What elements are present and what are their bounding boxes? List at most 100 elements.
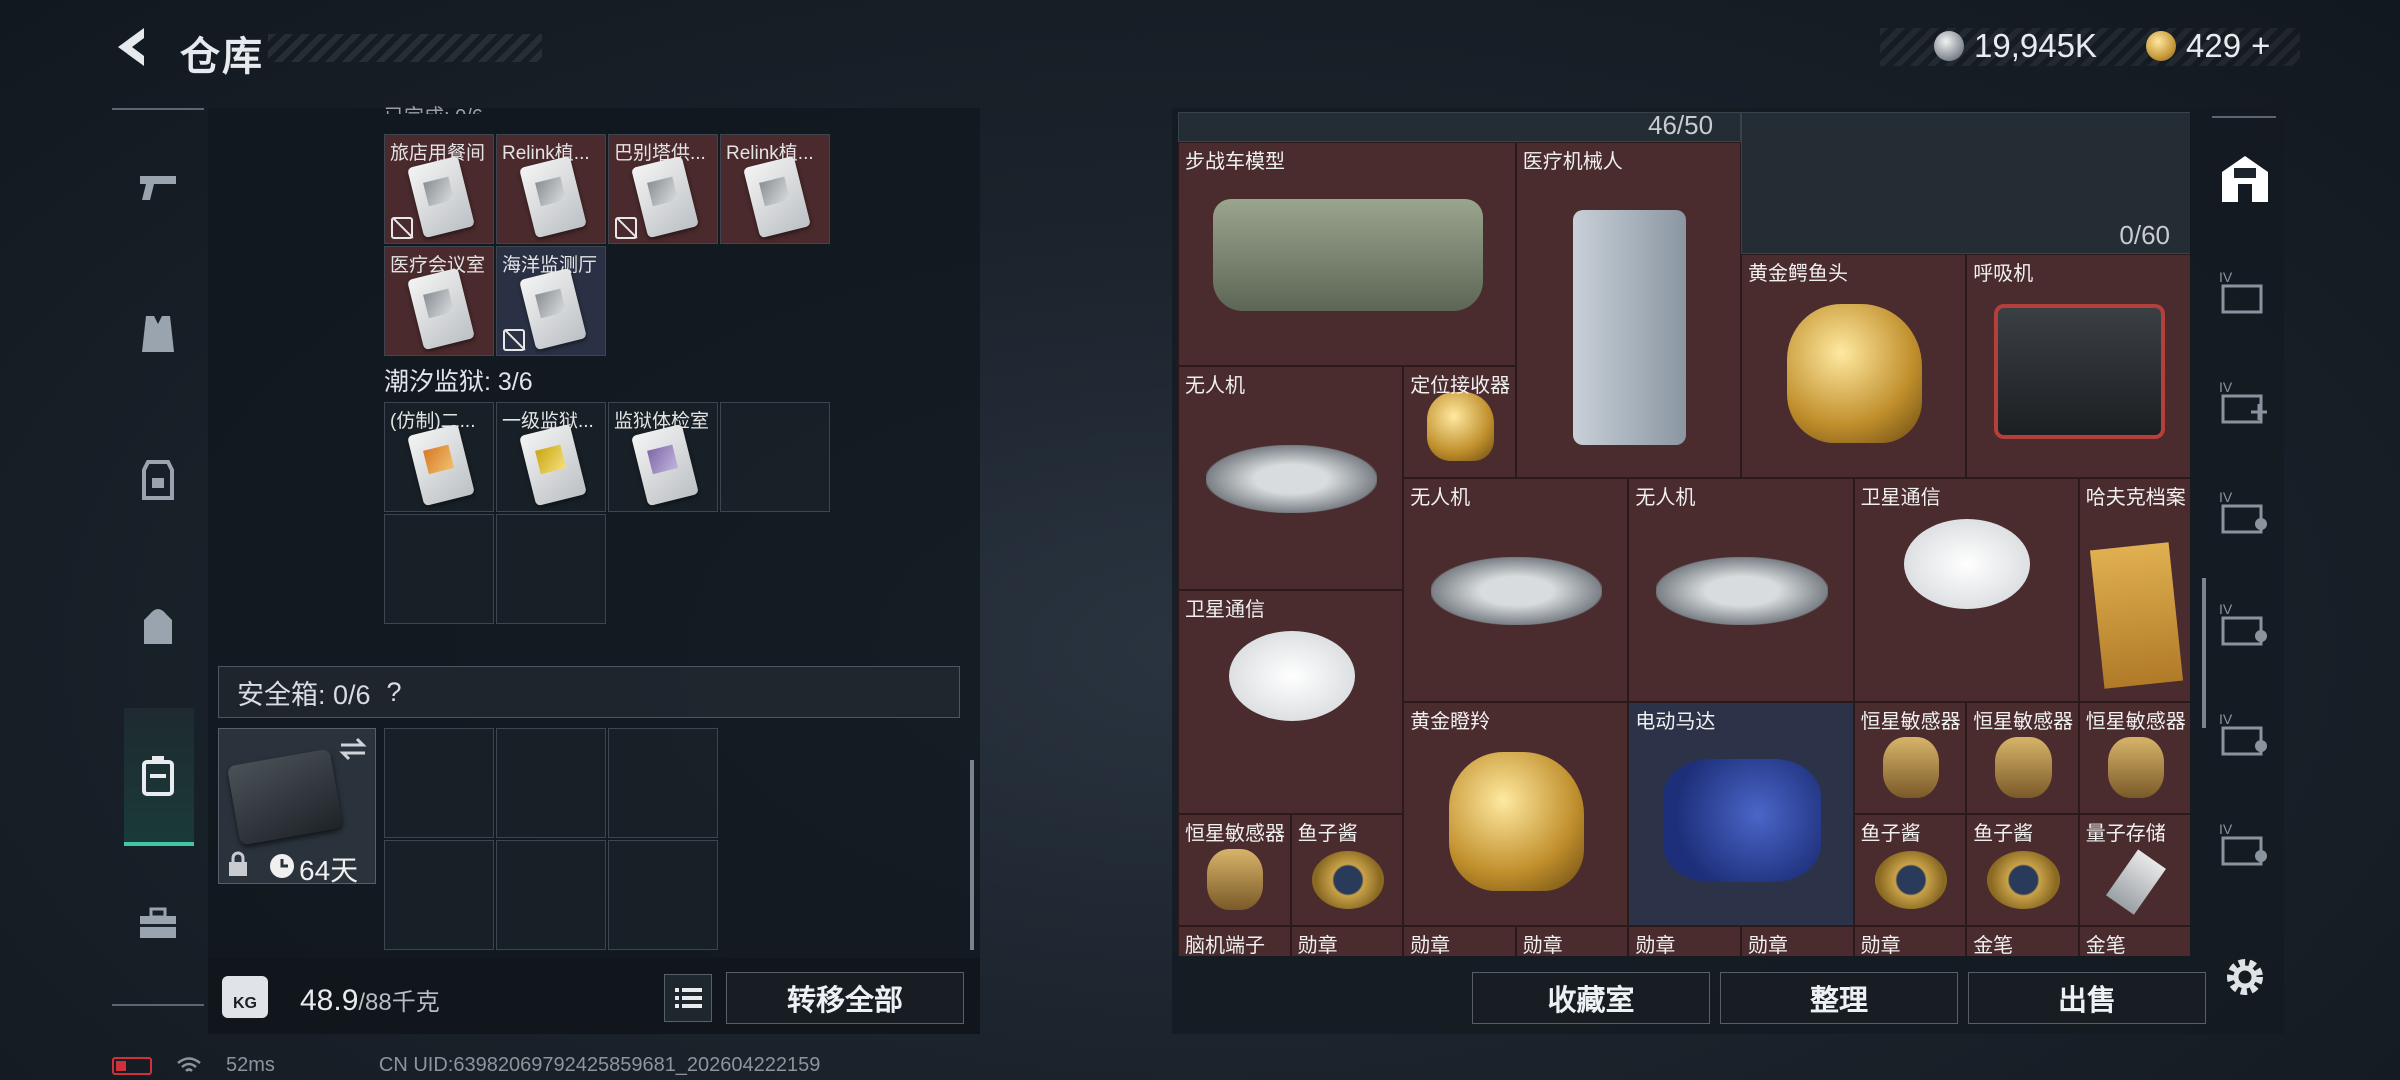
stash-scrollbar[interactable] (2202, 578, 2206, 728)
keycard-slot[interactable]: 监狱体检室 (608, 402, 718, 512)
stash-item[interactable]: 黄金瞪羚 (1403, 702, 1629, 926)
sub-container-count: 0/60 (2119, 220, 2170, 250)
stash-item[interactable]: 勋章 (1290, 926, 1404, 956)
keycard-slot[interactable]: 海洋监测厅 (496, 246, 606, 356)
silver-amount: 19,945K (1974, 27, 2097, 64)
safe-empty-slot[interactable] (496, 840, 606, 950)
gear-icon (2227, 959, 2263, 995)
keycard-slot[interactable]: Relink植... (720, 134, 830, 244)
slot-label: 一级监狱... (502, 411, 594, 432)
keycard-slot[interactable]: 医疗会议室 (384, 246, 494, 356)
help-button[interactable]: ? (387, 677, 402, 708)
stash-item[interactable]: 勋章 (1403, 926, 1516, 956)
stash-item[interactable]: 勋章 (1628, 926, 1741, 956)
keycard-slot[interactable]: 一级监狱... (496, 402, 606, 512)
no-trade-icon (503, 329, 525, 351)
safe-box-item[interactable]: 64天 (218, 728, 376, 886)
stash-main-tab[interactable] (2212, 146, 2278, 212)
stash-item[interactable]: 恒星敏感器 (1966, 702, 2079, 814)
transfer-all-button[interactable]: 转移全部 (726, 972, 964, 1024)
caviar-tin-icon (1987, 850, 2060, 910)
sensor-icon (1882, 736, 1940, 799)
rail-backpack-tab[interactable] (118, 586, 198, 666)
no-trade-icon (615, 217, 637, 239)
stash-item[interactable]: 呼吸机 (1966, 254, 2190, 478)
stash-item[interactable]: 无人机 (1403, 478, 1629, 702)
stash-item[interactable]: 无人机 (1178, 366, 1404, 590)
stash-item[interactable]: 金笔 (2078, 926, 2190, 956)
safe-box-label: 安全箱: 0/6 (237, 679, 371, 710)
stash-item[interactable]: 黄金鳄鱼头 (1741, 254, 1967, 478)
rail-container-tab[interactable] (118, 736, 198, 816)
stash-item[interactable]: 勋章 (1853, 926, 1967, 956)
safe-empty-slot[interactable] (608, 728, 718, 838)
stash-item[interactable]: 鱼子酱 (1966, 814, 2079, 926)
safe-empty-slot[interactable] (496, 728, 606, 838)
stash-item[interactable]: 卫星通信 (1853, 478, 2079, 702)
stash-item[interactable]: 电动马达 (1628, 702, 1854, 926)
rail-toolbox-tab[interactable] (118, 884, 198, 964)
keycard-icon (407, 155, 475, 239)
safe-empty-slot[interactable] (384, 728, 494, 838)
sell-button[interactable]: 出售 (1968, 972, 2206, 1024)
stash-item[interactable]: 步战车模型 (1178, 142, 1516, 366)
slot-label: Relink植... (502, 143, 590, 164)
empty-slot[interactable] (720, 402, 830, 512)
rail-vest-tab[interactable] (118, 294, 198, 374)
empty-slot[interactable] (384, 514, 494, 624)
stash-item[interactable]: 恒星敏感器 (2078, 702, 2190, 814)
stash-page-tab[interactable]: IV (2212, 258, 2278, 324)
item-label: 恒星敏感器 (1860, 711, 1961, 733)
stash-item[interactable]: 医疗机械人 (1515, 142, 1741, 478)
stash-item[interactable]: 卫星通信 (1178, 590, 1404, 814)
slot-label: 医疗会议室 (390, 255, 486, 276)
stash-item[interactable]: 脑机端子 (1178, 926, 1291, 956)
keycard-slot[interactable]: 巴别塔供... (608, 134, 718, 244)
medical-stash-tab[interactable]: IV (2212, 368, 2278, 434)
organize-button[interactable]: 整理 (1720, 972, 1958, 1024)
left-scrollbar[interactable] (970, 760, 974, 950)
gear-stash-tab[interactable]: IV (2212, 590, 2278, 656)
empty-slot[interactable] (496, 514, 606, 624)
stash-item[interactable]: 金笔 (1966, 926, 2079, 956)
ammo-stash-tab[interactable]: IV (2212, 478, 2278, 544)
vest-icon (142, 316, 174, 352)
safe-empty-slot[interactable] (384, 840, 494, 950)
item-label: 勋章 (1860, 935, 1901, 956)
stash-item[interactable]: 鱼子酱 (1290, 814, 1404, 926)
stash-item[interactable]: 哈夫克档案 (2078, 478, 2190, 702)
gold-currency[interactable]: 429 + (2146, 26, 2270, 66)
battery-icon (112, 1056, 152, 1075)
keycard-slot[interactable]: (仿制)二... (384, 402, 494, 512)
medical-stash-icon: IV (2219, 379, 2267, 424)
safe-empty-slot[interactable] (608, 840, 718, 950)
stash-item[interactable]: 勋章 (1515, 926, 1629, 956)
keycard-slot[interactable]: 旅店用餐间 (384, 134, 494, 244)
gold-artifact-icon (1449, 752, 1585, 892)
stash-item[interactable]: 恒星敏感器 (1178, 814, 1291, 926)
list-view-button[interactable] (664, 974, 712, 1022)
stash-capacity-count: 46/50 (1648, 112, 1714, 140)
title-decoration (268, 34, 542, 62)
rail-armor-tab[interactable] (118, 440, 198, 520)
keycard-slot[interactable]: Relink植... (496, 134, 606, 244)
wifi-icon (177, 1056, 201, 1072)
stash-item[interactable]: 鱼子酱 (1853, 814, 1967, 926)
gold-add-button[interactable]: + (2251, 27, 2270, 65)
misc-stash-icon: IV (2219, 821, 2267, 866)
item-label: 哈夫克档案 (2085, 487, 2186, 509)
stash-item[interactable]: 无人机 (1628, 478, 1854, 702)
item-label: 鱼子酱 (1973, 823, 2034, 845)
collection-button[interactable]: 收藏室 (1472, 972, 1710, 1024)
stash-item[interactable]: 勋章 (1741, 926, 1854, 956)
misc-stash-tab[interactable]: IV (2212, 810, 2278, 876)
stash-item[interactable]: 量子存储 (2078, 814, 2190, 926)
back-button[interactable] (110, 22, 160, 72)
loot-stash-tab[interactable]: IV (2212, 700, 2278, 766)
svg-text:IV: IV (2219, 379, 2233, 395)
stash-item[interactable]: 定位接收器 (1403, 366, 1516, 478)
item-label: 恒星敏感器 (2085, 711, 2186, 733)
settings-button[interactable] (2212, 944, 2278, 1010)
rail-pistol-tab[interactable] (118, 148, 198, 228)
stash-item[interactable]: 恒星敏感器 (1853, 702, 1967, 814)
